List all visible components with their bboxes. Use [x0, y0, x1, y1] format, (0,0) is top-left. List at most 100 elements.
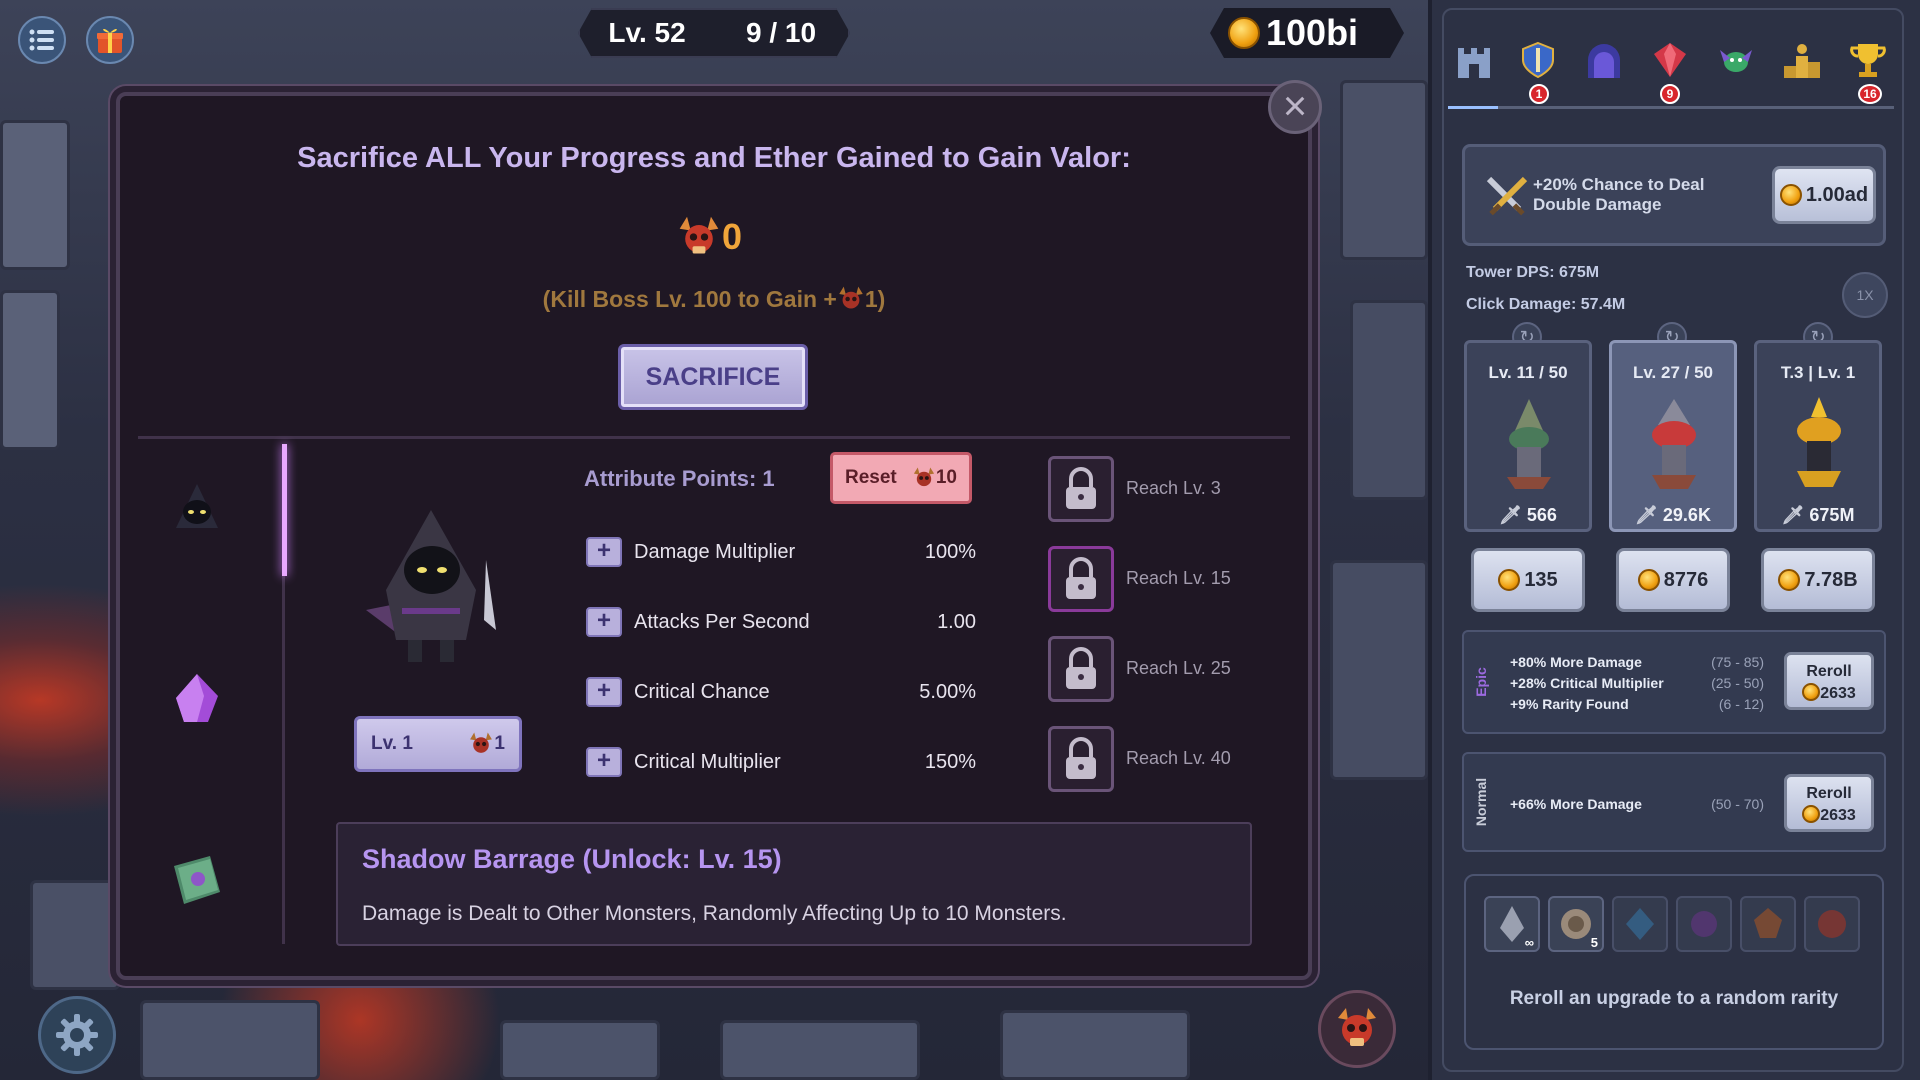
attribute-points: Attribute Points: 1	[584, 466, 775, 491]
tab-ether[interactable]	[164, 666, 230, 732]
tab-podium[interactable]	[1782, 40, 1822, 80]
add-attribute-button[interactable]: +	[586, 747, 622, 777]
shield-sword-icon	[1522, 41, 1554, 79]
gold-coin-icon	[1778, 569, 1801, 591]
tower-dps: Tower DPS: 675M	[1466, 264, 1600, 281]
inventory-slot[interactable]	[1804, 896, 1860, 952]
wall-brick	[30, 880, 120, 990]
wall-brick	[0, 120, 70, 270]
valor-skull-icon	[1338, 1008, 1376, 1046]
close-icon: ×	[1282, 82, 1308, 129]
floor-tile	[500, 1020, 660, 1080]
tower-upgrade-button[interactable]: 8776	[1616, 548, 1730, 612]
attribute-value: 150%	[924, 750, 976, 773]
active-tab-marker	[1448, 106, 1498, 109]
inventory-slot[interactable]	[1740, 896, 1796, 952]
kill-boss-amount: 1)	[864, 286, 886, 312]
gold-coin-icon	[1637, 569, 1660, 591]
inventory-slot[interactable]	[1612, 896, 1668, 952]
valor-counter: 0	[676, 214, 742, 260]
inventory-slot[interactable]: 5	[1548, 896, 1604, 952]
sacrifice-button[interactable]: SACRIFICE	[618, 344, 808, 410]
trophy-icon	[1850, 44, 1886, 77]
portal-icon	[1588, 44, 1620, 78]
tower-card[interactable]: Lv. 11 / 50 🗡 566	[1464, 340, 1592, 532]
add-attribute-button[interactable]: +	[586, 537, 622, 567]
gift-button[interactable]	[86, 16, 134, 64]
tab-underline	[1448, 106, 1894, 109]
hero-level-cost-value: 1	[494, 733, 505, 754]
hooded-hero-icon	[176, 484, 218, 528]
valor-button[interactable]	[1318, 990, 1396, 1068]
modifier-line: +80% More Damage	[1510, 654, 1642, 670]
tab-castle[interactable]	[1454, 40, 1494, 80]
tab-gem[interactable]	[1650, 40, 1690, 80]
reroll-cost: 2633	[1787, 683, 1871, 705]
skill-description: Damage is Dealt to Other Monsters, Rando…	[362, 902, 1067, 925]
reroll-button[interactable]: Reroll 2633	[1784, 774, 1874, 832]
tower-level: T.3 | Lv. 1	[1780, 363, 1856, 382]
lock-requirement: Reach Lv. 15	[1126, 568, 1231, 588]
locked-skill-slot[interactable]	[1048, 456, 1114, 522]
modifier-range: (75 - 85)	[1711, 654, 1764, 670]
tab-shield[interactable]	[1518, 40, 1558, 80]
tower-cost: 7.78B	[1804, 568, 1858, 591]
reroll-cost-value: 2633	[1820, 807, 1856, 824]
gold-amount: 100bi	[1266, 12, 1359, 53]
section-divider	[138, 436, 1290, 439]
add-attribute-button[interactable]: +	[586, 607, 622, 637]
speed-toggle[interactable]: 1X	[1842, 272, 1888, 318]
hero-level-button[interactable]: Lv. 1 1	[354, 716, 522, 772]
locked-skill-slot[interactable]	[1048, 726, 1114, 792]
inventory-slot[interactable]	[1676, 896, 1732, 952]
wave-counter: 9 / 10	[745, 17, 817, 48]
tab-creature[interactable]	[1716, 40, 1756, 80]
rarity-text: Normal	[1473, 777, 1490, 827]
tower-upgrade-button[interactable]: 7.78B	[1761, 548, 1875, 612]
active-tab-indicator	[282, 444, 287, 576]
lock-requirement: Reach Lv. 25	[1126, 658, 1231, 678]
menu-button[interactable]	[18, 16, 66, 64]
tab-trophy[interactable]	[1848, 40, 1888, 80]
rarity-text: Epic	[1473, 667, 1490, 697]
modifier-line: +28% Critical Multiplier	[1510, 675, 1664, 691]
notification-badge: 1	[1529, 84, 1549, 104]
wall-brick	[1340, 80, 1428, 260]
reroll-button[interactable]: Reroll 2633	[1784, 652, 1874, 710]
menu-icon	[29, 29, 54, 51]
tab-hero[interactable]	[164, 478, 230, 544]
castle-icon	[1458, 48, 1490, 78]
reroll-cost: 2633	[1787, 805, 1871, 827]
settings-button[interactable]	[38, 996, 116, 1074]
blue-crystal-icon	[1626, 908, 1654, 940]
valor-amount: 0	[722, 216, 743, 257]
sword-icon: 🗡	[1499, 505, 1527, 525]
valor-skull-icon	[679, 216, 719, 254]
attribute-name: Critical Chance	[634, 680, 770, 703]
lock-requirement: Reach Lv. 3	[1126, 478, 1221, 498]
tower-damage: 🗡 675M	[1757, 505, 1879, 526]
locked-skill-slot[interactable]	[1048, 546, 1114, 612]
notification-badge: 9	[1660, 84, 1680, 104]
attribute-value: 1.00	[937, 610, 976, 633]
add-attribute-button[interactable]: +	[586, 677, 622, 707]
tower-card[interactable]: Lv. 27 / 50 🗡 29.6K	[1609, 340, 1737, 532]
click-damage: Click Damage: 57.4M	[1466, 296, 1626, 313]
reset-cost-value: 10	[935, 467, 957, 488]
locked-skill-slot[interactable]	[1048, 636, 1114, 702]
tab-skills-book[interactable]	[164, 848, 230, 914]
normal-modifier: Normal +66% More Damage (50 - 70) Reroll…	[1462, 752, 1886, 852]
epic-modifier: Epic +80% More Damage (75 - 85) +28% Cri…	[1462, 630, 1886, 734]
close-button[interactable]: ×	[1268, 80, 1322, 134]
tower-upgrade-button[interactable]: 135	[1471, 548, 1585, 612]
attribute-name: Damage Multiplier	[634, 540, 796, 563]
gold-coin-icon	[1802, 805, 1821, 823]
modifier-range: (6 - 12)	[1718, 696, 1764, 712]
tower-card[interactable]: T.3 | Lv. 1 🗡 675M	[1754, 340, 1882, 532]
reset-button[interactable]: Reset 10	[830, 452, 972, 504]
buy-upgrade-button[interactable]: 1.00ad	[1772, 166, 1876, 224]
inventory-slot[interactable]: ∞	[1484, 896, 1540, 952]
attribute-name: Critical Multiplier	[634, 750, 781, 773]
attribute-row: + Damage Multiplier 100%	[586, 532, 976, 572]
tab-portal[interactable]	[1584, 40, 1624, 80]
